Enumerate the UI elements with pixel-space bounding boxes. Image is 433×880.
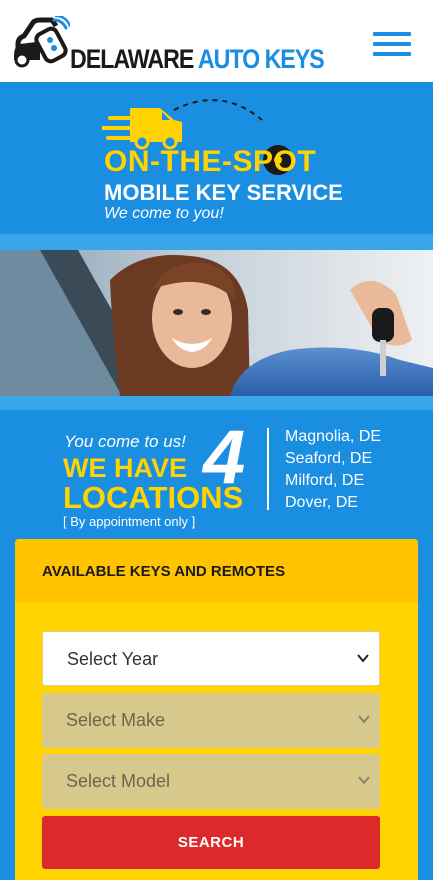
card-title: AVAILABLE KEYS AND REMOTES bbox=[42, 563, 286, 580]
year-select[interactable]: Select Year bbox=[42, 631, 380, 686]
car-key-logo-icon bbox=[14, 16, 70, 68]
keys-search-card: AVAILABLE KEYS AND REMOTES Select Year S… bbox=[15, 539, 418, 880]
woman-in-car-holding-key-image bbox=[0, 250, 433, 396]
chevron-down-icon bbox=[357, 654, 369, 663]
model-select-value: Select Model bbox=[66, 771, 171, 791]
appointment-note: [ By appointment only ] bbox=[63, 514, 196, 529]
divider-strip bbox=[0, 234, 433, 250]
locations-label: LOCATIONS bbox=[63, 480, 244, 515]
hero-photo-illustration bbox=[0, 250, 433, 396]
banner-headline: ON-THE-SPOT bbox=[104, 145, 317, 178]
chevron-down-icon bbox=[358, 776, 370, 785]
location-seaford[interactable]: Seaford, DE bbox=[285, 450, 372, 468]
year-select-value: Select Year bbox=[67, 649, 159, 669]
location-dover[interactable]: Dover, DE bbox=[285, 494, 358, 512]
model-select[interactable]: Select Model bbox=[42, 754, 380, 809]
location-magnolia[interactable]: Magnolia, DE bbox=[285, 428, 381, 446]
make-select-value: Select Make bbox=[66, 710, 166, 730]
hamburger-menu-icon[interactable] bbox=[373, 32, 411, 56]
locations-intro: You come to us! bbox=[64, 432, 186, 451]
chevron-down-icon bbox=[358, 715, 370, 724]
divider-strip-2 bbox=[0, 396, 433, 410]
banner-tagline: We come to you! bbox=[104, 205, 224, 222]
site-logo[interactable]: DELAWARE AUTO KEYS bbox=[10, 16, 325, 74]
site-header: DELAWARE AUTO KEYS bbox=[0, 0, 433, 82]
make-select[interactable]: Select Make bbox=[42, 693, 380, 748]
banner-subheadline: MOBILE KEY SERVICE bbox=[104, 180, 343, 205]
logo-word-delaware: DELAWARE bbox=[70, 44, 194, 74]
card-header: AVAILABLE KEYS AND REMOTES bbox=[15, 539, 418, 603]
logo-wordmark: DELAWARE AUTO KEYS bbox=[70, 44, 325, 75]
locations-divider bbox=[267, 428, 269, 510]
search-button[interactable]: SEARCH bbox=[42, 816, 380, 869]
location-milford[interactable]: Milford, DE bbox=[285, 472, 364, 490]
logo-word-auto-keys: AUTO KEYS bbox=[197, 44, 325, 74]
